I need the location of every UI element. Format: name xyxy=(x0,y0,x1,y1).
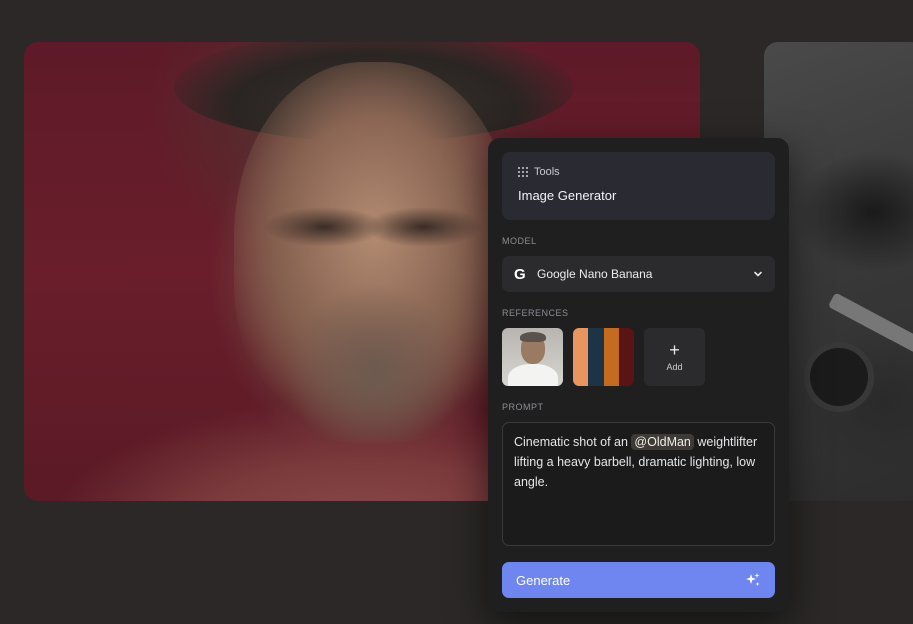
palette-swatch xyxy=(603,328,619,386)
image-generator-panel: Tools Image Generator MODEL G Google Nan… xyxy=(488,138,789,612)
references-list: + Add xyxy=(502,328,775,386)
plus-icon: + xyxy=(669,340,680,360)
references-section-label: REFERENCES xyxy=(502,308,569,318)
grid-icon xyxy=(518,167,528,177)
prompt-section-label: PROMPT xyxy=(502,402,544,412)
palette-swatch xyxy=(618,328,634,386)
prompt-input[interactable]: Cinematic shot of an @OldMan weightlifte… xyxy=(502,422,775,546)
model-name: Google Nano Banana xyxy=(537,267,653,281)
portrait-face xyxy=(234,62,514,442)
palette-swatch xyxy=(573,328,589,386)
google-g-icon: G xyxy=(514,265,526,283)
tools-label: Tools xyxy=(534,166,560,178)
barbell-plate xyxy=(804,342,874,412)
palette-swatch xyxy=(588,328,604,386)
generate-label: Generate xyxy=(516,572,571,588)
prompt-mention-chip[interactable]: @OldMan xyxy=(631,434,694,450)
generate-button[interactable]: Generate xyxy=(502,562,775,598)
add-reference-label: Add xyxy=(666,362,683,372)
panel-title: Image Generator xyxy=(518,188,617,203)
reference-thumbnail-palette[interactable] xyxy=(573,328,634,386)
prompt-text-start: Cinematic shot of an xyxy=(514,435,632,449)
reference-thumbnail-person[interactable] xyxy=(502,328,563,386)
tools-header: Tools Image Generator xyxy=(502,152,775,220)
model-section-label: MODEL xyxy=(502,236,537,246)
add-reference-button[interactable]: + Add xyxy=(644,328,705,386)
model-select[interactable]: G Google Nano Banana xyxy=(502,256,775,292)
chevron-down-icon xyxy=(754,271,762,277)
sparkle-icon xyxy=(746,573,760,586)
